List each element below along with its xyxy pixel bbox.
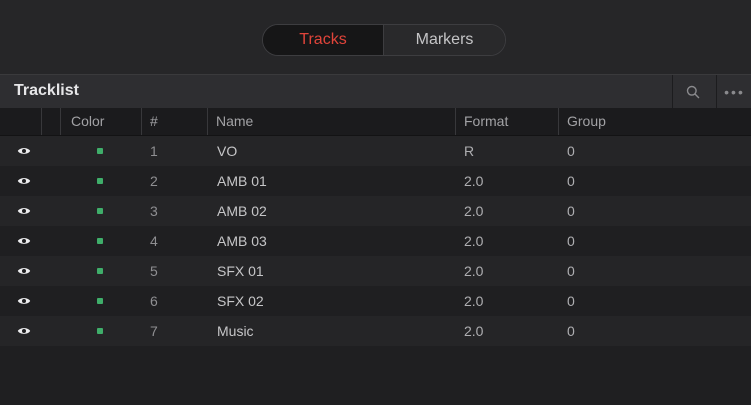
track-format: 2.0 bbox=[464, 173, 484, 189]
track-group: 0 bbox=[567, 143, 575, 159]
track-color-swatch[interactable] bbox=[97, 208, 103, 214]
track-name[interactable]: SFX 02 bbox=[217, 286, 264, 316]
track-group: 0 bbox=[567, 203, 575, 219]
track-number: 5 bbox=[150, 263, 158, 279]
track-number: 2 bbox=[150, 173, 158, 189]
column-header-number[interactable]: # bbox=[141, 108, 207, 135]
track-list: 1 VO R 0 2 AMB 01 2.0 0 3 AMB 02 2.0 0 4… bbox=[0, 136, 751, 346]
track-format: 2.0 bbox=[464, 293, 484, 309]
track-row[interactable]: 5 SFX 01 2.0 0 bbox=[0, 256, 751, 286]
track-format: 2.0 bbox=[464, 203, 484, 219]
column-header-format[interactable]: Format bbox=[455, 108, 558, 135]
track-color-swatch[interactable] bbox=[97, 328, 103, 334]
track-number: 7 bbox=[150, 323, 158, 339]
track-number: 1 bbox=[150, 143, 158, 159]
track-name[interactable]: Music bbox=[217, 316, 254, 346]
track-row[interactable]: 4 AMB 03 2.0 0 bbox=[0, 226, 751, 256]
track-format: 2.0 bbox=[464, 323, 484, 339]
track-format: 2.0 bbox=[464, 233, 484, 249]
track-row[interactable]: 7 Music 2.0 0 bbox=[0, 316, 751, 346]
column-header-color[interactable]: Color bbox=[60, 108, 141, 135]
more-options-button[interactable]: ••• bbox=[716, 75, 751, 108]
track-color-swatch[interactable] bbox=[97, 268, 103, 274]
track-name[interactable]: VO bbox=[217, 136, 237, 166]
track-color-swatch[interactable] bbox=[97, 238, 103, 244]
track-group: 0 bbox=[567, 293, 575, 309]
eye-icon[interactable] bbox=[16, 136, 32, 166]
tracks-panel: Tracks Markers Tracklist ••• Color # Nam… bbox=[0, 0, 751, 405]
track-format: R bbox=[464, 143, 475, 159]
track-color-swatch[interactable] bbox=[97, 178, 103, 184]
track-group: 0 bbox=[567, 233, 575, 249]
view-switcher: Tracks Markers bbox=[262, 24, 506, 56]
track-name[interactable]: AMB 02 bbox=[217, 196, 267, 226]
track-group: 0 bbox=[567, 263, 575, 279]
track-color-swatch[interactable] bbox=[97, 298, 103, 304]
eye-icon[interactable] bbox=[16, 226, 32, 256]
track-format: 2.0 bbox=[464, 263, 484, 279]
eye-icon[interactable] bbox=[16, 196, 32, 226]
track-number: 6 bbox=[150, 293, 158, 309]
search-button[interactable] bbox=[672, 75, 713, 108]
column-header-group[interactable]: Group bbox=[558, 108, 751, 135]
eye-icon[interactable] bbox=[16, 256, 32, 286]
track-name[interactable]: SFX 01 bbox=[217, 256, 264, 286]
search-icon bbox=[686, 85, 700, 98]
track-name[interactable]: AMB 03 bbox=[217, 226, 267, 256]
panel-toolbar: Tracks Markers bbox=[0, 0, 751, 74]
more-horizontal-icon: ••• bbox=[724, 83, 745, 100]
track-group: 0 bbox=[567, 173, 575, 189]
track-number: 3 bbox=[150, 203, 158, 219]
track-color-swatch[interactable] bbox=[97, 148, 103, 154]
tracklist-title: Tracklist bbox=[14, 82, 79, 99]
tracklist-header: Tracklist ••• bbox=[0, 74, 751, 108]
eye-icon[interactable] bbox=[16, 286, 32, 316]
track-row[interactable]: 6 SFX 02 2.0 0 bbox=[0, 286, 751, 316]
track-group: 0 bbox=[567, 323, 575, 339]
track-number: 4 bbox=[150, 233, 158, 249]
track-name[interactable]: AMB 01 bbox=[217, 166, 267, 196]
eye-icon[interactable] bbox=[16, 316, 32, 346]
track-row[interactable]: 3 AMB 02 2.0 0 bbox=[0, 196, 751, 226]
track-row[interactable]: 2 AMB 01 2.0 0 bbox=[0, 166, 751, 196]
tab-markers[interactable]: Markers bbox=[384, 25, 505, 55]
column-header-row: Color # Name Format Group bbox=[0, 108, 751, 136]
tab-tracks[interactable]: Tracks bbox=[263, 25, 384, 55]
track-row[interactable]: 1 VO R 0 bbox=[0, 136, 751, 166]
eye-icon[interactable] bbox=[16, 166, 32, 196]
column-header-name[interactable]: Name bbox=[207, 108, 455, 135]
column-header-spacer bbox=[41, 108, 60, 135]
